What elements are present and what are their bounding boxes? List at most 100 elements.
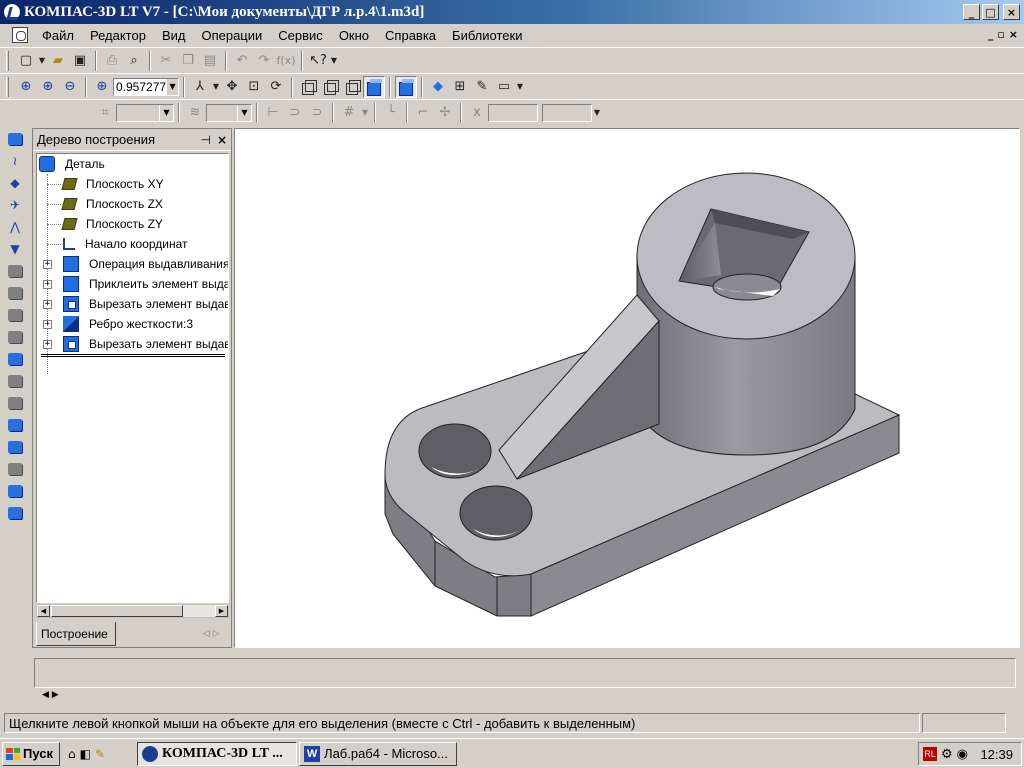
maximize-button[interactable]: □: [982, 4, 999, 20]
minimize-button[interactable]: _: [963, 4, 980, 20]
scroll-right-arrow[interactable]: ▶: [215, 605, 228, 617]
close-button[interactable]: ×: [1003, 4, 1020, 20]
zoom-in-icon[interactable]: ⊕: [37, 76, 59, 98]
zoom-scale-combo[interactable]: 0.957277 ▼: [113, 77, 179, 96]
orientation-dropdown-icon[interactable]: ▼: [211, 76, 221, 98]
doc-minimize-button[interactable]: _: [988, 28, 994, 41]
panel-icon[interactable]: ▭: [493, 76, 515, 98]
array-tool-icon[interactable]: [4, 502, 26, 524]
fit-all-icon[interactable]: ⊡: [243, 76, 265, 98]
tree-horizontal-scrollbar[interactable]: ◀ ▶: [36, 604, 229, 618]
zoom-out-icon[interactable]: ⊖: [59, 76, 81, 98]
menu-view[interactable]: Вид: [154, 28, 194, 43]
context-help-icon[interactable]: ↖?: [307, 50, 329, 72]
function-icon[interactable]: f(x): [275, 50, 297, 72]
panel-dropdown-icon[interactable]: ▼: [515, 76, 525, 98]
toolbar-grip[interactable]: [6, 50, 9, 71]
extrude-tool-icon[interactable]: [4, 260, 26, 282]
grid-icon[interactable]: #: [338, 102, 360, 124]
orthogonal-icon[interactable]: └: [380, 102, 402, 124]
expand-toggle[interactable]: +: [43, 300, 52, 309]
menu-help[interactable]: Справка: [377, 28, 444, 43]
expand-toggle[interactable]: +: [43, 340, 52, 349]
chamfer-tool-icon[interactable]: [4, 370, 26, 392]
hole-tool-icon[interactable]: [4, 392, 26, 414]
detail-properties-icon[interactable]: ◆: [427, 76, 449, 98]
close-icon[interactable]: ×: [217, 133, 227, 147]
chevron-down-icon[interactable]: ▼: [166, 78, 178, 95]
kompas-app-icon[interactable]: [4, 4, 20, 20]
model-viewport[interactable]: [234, 128, 1020, 648]
pin-icon[interactable]: ⊣: [200, 133, 210, 147]
menu-window[interactable]: Окно: [331, 28, 377, 43]
save-icon[interactable]: ▣: [69, 50, 91, 72]
scroll-left-arrow[interactable]: ◀: [37, 605, 50, 617]
pen-icon[interactable]: ✎: [95, 747, 105, 761]
tree-item-boss-extrude[interactable]: Приклеить элемент выдавл: [63, 274, 228, 294]
editing-panel-icon[interactable]: [4, 128, 26, 150]
menu-libraries[interactable]: Библиотеки: [444, 28, 530, 43]
print-preview-icon[interactable]: ⌕: [123, 50, 145, 72]
document-icon[interactable]: [12, 27, 28, 43]
network-tray-icon[interactable]: ⚙: [941, 746, 953, 762]
revolve-tool-icon[interactable]: [4, 282, 26, 304]
cursor-coords-icon[interactable]: ⅹ: [466, 102, 488, 124]
slope-tool-icon[interactable]: [4, 458, 26, 480]
cut-icon[interactable]: ✂: [155, 50, 177, 72]
coords-icon[interactable]: ✢: [434, 102, 456, 124]
hidden-lines-icon[interactable]: [319, 76, 341, 98]
snap-icon[interactable]: ⊃: [284, 102, 306, 124]
snap-local-icon[interactable]: ⊃: [306, 102, 328, 124]
volume-icon[interactable]: ◉: [957, 746, 968, 762]
tree-item-cut-extrude-2[interactable]: Вырезать элемент выдавли: [63, 334, 228, 354]
new-document-icon[interactable]: ▢: [15, 50, 37, 72]
tools-icon[interactable]: ✎: [471, 76, 493, 98]
tree-item-plane-xy[interactable]: Плоскость XY: [61, 174, 164, 194]
measure-icon[interactable]: ⊞: [449, 76, 471, 98]
help-dropdown-icon[interactable]: ▼: [329, 50, 339, 72]
coords-dropdown-icon[interactable]: ▼: [592, 102, 602, 124]
grid-dropdown-icon[interactable]: ▼: [360, 102, 370, 124]
menu-operations[interactable]: Операции: [193, 28, 270, 43]
round-icon[interactable]: ⌐: [412, 102, 434, 124]
spatial-curves-icon[interactable]: ≀: [4, 150, 26, 172]
copy-icon[interactable]: ❐: [177, 50, 199, 72]
tab-build[interactable]: Построение: [36, 622, 116, 646]
task-word[interactable]: W Лаб.раб4 - Microso...: [299, 741, 458, 766]
tab-scroll-arrows[interactable]: ◁ ▷: [203, 629, 220, 639]
zoom-scale-icon[interactable]: ⊕: [91, 76, 113, 98]
tree-item-extrude-1[interactable]: Операция выдавливания:1: [63, 254, 228, 274]
doc-restore-button[interactable]: ▫: [997, 28, 1004, 41]
orientation-icon[interactable]: ⅄: [189, 76, 211, 98]
doc-close-button[interactable]: ×: [1009, 28, 1018, 41]
expand-toggle[interactable]: +: [43, 280, 52, 289]
paste-icon[interactable]: ▤: [199, 50, 221, 72]
loft-tool-icon[interactable]: [4, 326, 26, 348]
tree-item-cut-extrude-1[interactable]: Вырезать элемент выдавли: [63, 294, 228, 314]
language-indicator[interactable]: RL: [923, 747, 937, 761]
tree-item-plane-zy[interactable]: Плоскость ZY: [61, 214, 163, 234]
shell-tool-icon[interactable]: [4, 436, 26, 458]
rib-tool-icon[interactable]: [4, 414, 26, 436]
fillet-tool-icon[interactable]: [4, 348, 26, 370]
hidden-lines-thin-icon[interactable]: [341, 76, 363, 98]
surfaces-icon[interactable]: ◆: [4, 172, 26, 194]
tree-item-plane-zx[interactable]: Плоскость ZX: [61, 194, 163, 214]
auxiliary-geometry-icon[interactable]: ✈: [4, 194, 26, 216]
zoom-window-icon[interactable]: ⊕: [15, 76, 37, 98]
open-folder-icon[interactable]: ▰: [47, 50, 69, 72]
scroll-thumb[interactable]: [51, 605, 183, 617]
redo-icon[interactable]: ↷: [253, 50, 275, 72]
rotate-icon[interactable]: ⟳: [265, 76, 287, 98]
menu-file[interactable]: Файл: [34, 28, 82, 43]
tree-item-rib[interactable]: Ребро жесткости:3: [63, 314, 193, 334]
task-kompas[interactable]: КОМПАС-3D LT ...: [137, 741, 298, 766]
properties-scroll-arrows[interactable]: ◀ ▶: [42, 690, 59, 700]
expand-toggle[interactable]: +: [43, 260, 52, 269]
undo-icon[interactable]: ↶: [231, 50, 253, 72]
new-dropdown-icon[interactable]: ▼: [37, 50, 47, 72]
perspective-icon[interactable]: [395, 75, 417, 98]
toolbar-grip[interactable]: [6, 76, 9, 97]
local-cs-icon[interactable]: ⊢: [262, 102, 284, 124]
step-cursor-icon[interactable]: ⌗: [94, 102, 116, 124]
